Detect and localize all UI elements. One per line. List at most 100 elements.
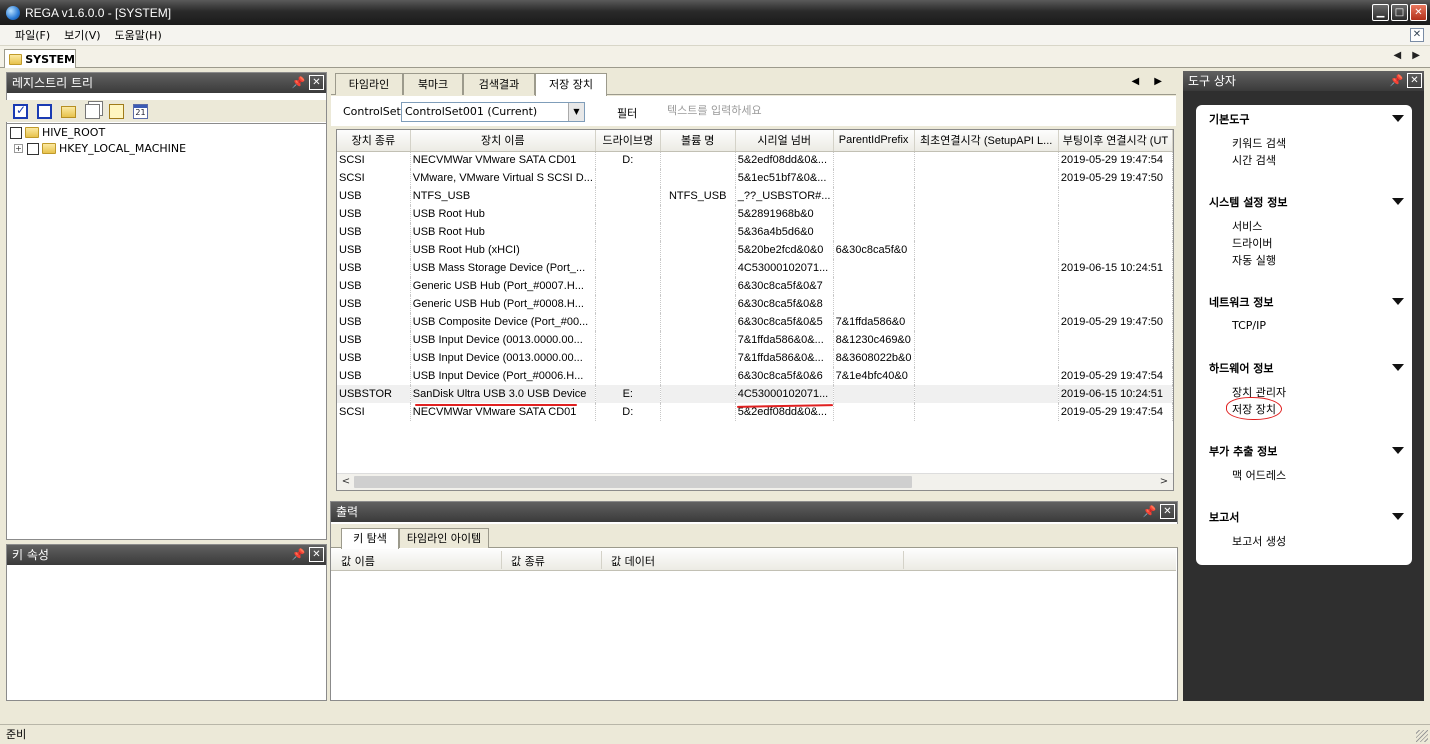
column-header[interactable]: 부팅이후 연결시각 (UT	[1058, 130, 1173, 152]
pin-icon[interactable]: 📌	[291, 75, 306, 90]
column-header[interactable]: 시리얼 넘버	[735, 130, 834, 152]
table-row[interactable]: USB USB Input Device (0013.0000.00... 7&1f…	[337, 331, 1173, 349]
tool-generate-report[interactable]: 보고서 생성	[1232, 533, 1286, 549]
table-row[interactable]: USB USB Root Hub 5&36a4b5d6&0	[337, 223, 1173, 241]
tree-checkbox[interactable]	[27, 142, 39, 155]
menu-help[interactable]: 도움말(H)	[108, 27, 169, 43]
tab-nav-arrows[interactable]: ◀ ▶	[1131, 76, 1168, 87]
scroll-right-icon[interactable]: >	[1157, 475, 1171, 489]
tree-checkbox[interactable]	[10, 126, 22, 139]
scroll-thumb[interactable]	[354, 476, 912, 488]
status-bar: 준비	[0, 724, 1430, 744]
document-tab-strip: SYSTEM ◀ ▶	[0, 46, 1430, 68]
chevron-down-icon[interactable]	[1392, 298, 1404, 305]
tab-timeline-items[interactable]: 타임라인 아이템	[399, 528, 489, 548]
tool-autorun[interactable]: 자동 실행	[1232, 252, 1276, 268]
calendar-icon[interactable]: 21	[133, 103, 148, 119]
minimize-button[interactable]: ▁	[1372, 4, 1389, 21]
table-cell: D:	[595, 151, 661, 169]
close-button[interactable]: ✕	[1410, 4, 1427, 21]
table-cell: 7&1e4bfc40&0	[833, 367, 915, 385]
table-row[interactable]: USBSTOR SanDisk Ultra USB 3.0 USB Device E…	[337, 385, 1173, 403]
column-value-type[interactable]: 값 종류	[511, 553, 545, 569]
chevron-down-icon[interactable]	[1392, 198, 1404, 205]
table-row[interactable]: USB USB Composite Device (Port_#00... 6&30…	[337, 313, 1173, 331]
pin-icon[interactable]: 📌	[1389, 73, 1404, 88]
column-value-name[interactable]: 값 이름	[341, 553, 375, 569]
table-row[interactable]: USB USB Root Hub (xHCI) 5&20be2fcd&0&0 6&30…	[337, 241, 1173, 259]
table-row[interactable]: SCSI NECVMWar VMware SATA CD01 D: 5&2edf08d…	[337, 151, 1173, 169]
filter-input[interactable]: 텍스트를 입력하세요	[667, 101, 917, 121]
resize-grip-icon[interactable]	[1416, 730, 1428, 742]
pin-icon[interactable]: 📌	[291, 547, 306, 562]
table-row[interactable]: USB USB Input Device (Port_#0006.H... 6&30…	[337, 367, 1173, 385]
maximize-button[interactable]: □	[1391, 4, 1408, 21]
uncheck-all-icon[interactable]	[37, 103, 52, 119]
group-network-info[interactable]: 네트워크 정보	[1209, 294, 1274, 310]
chevron-down-icon[interactable]	[1392, 513, 1404, 520]
table-row[interactable]: SCSI VMware, VMware Virtual S SCSI D... 5&…	[337, 169, 1173, 187]
table-cell: USBSTOR	[337, 385, 411, 403]
chevron-down-icon[interactable]	[1392, 447, 1404, 454]
output-column-header: 값 이름 값 종류 값 데이터	[331, 549, 1176, 571]
chevron-down-icon[interactable]	[1392, 115, 1404, 122]
group-hardware-info[interactable]: 하드웨어 정보	[1209, 360, 1274, 376]
tree-node-hklm[interactable]: + HKEY_LOCAL_MACHINE	[14, 142, 186, 155]
panel-close-icon[interactable]: ✕	[309, 547, 324, 562]
column-header[interactable]: 드라이브명	[595, 130, 661, 152]
tab-storage-devices[interactable]: 저장 장치	[535, 73, 607, 96]
table-cell: USB	[337, 331, 411, 349]
document-close-button[interactable]: ✕	[1410, 28, 1424, 42]
tab-search-results[interactable]: 검색결과	[463, 73, 535, 95]
column-header[interactable]: 최초연결시각 (SetupAPI L...	[914, 130, 1059, 152]
tool-services[interactable]: 서비스	[1232, 218, 1262, 234]
pin-icon[interactable]: 📌	[1142, 504, 1157, 519]
horizontal-scrollbar[interactable]: < >	[337, 473, 1173, 490]
tab-timeline[interactable]: 타임라인	[335, 73, 403, 95]
table-cell: 2019-06-15 10:24:51	[1058, 259, 1173, 277]
chevron-down-icon[interactable]	[1392, 364, 1404, 371]
edit-icon[interactable]	[109, 103, 124, 119]
column-header[interactable]: 장치 이름	[410, 130, 596, 152]
panel-close-icon[interactable]: ✕	[1407, 73, 1422, 88]
tool-tcpip[interactable]: TCP/IP	[1232, 319, 1266, 332]
chevron-down-icon[interactable]: ▼	[568, 103, 584, 121]
table-row[interactable]: USB Generic USB Hub (Port_#0008.H... 6&30c…	[337, 295, 1173, 313]
group-system-settings[interactable]: 시스템 설정 정보	[1209, 194, 1288, 210]
document-tab-system[interactable]: SYSTEM	[4, 49, 76, 68]
expand-icon[interactable]: +	[14, 144, 23, 153]
document-tab-nav[interactable]: ◀ ▶	[1393, 50, 1424, 61]
panel-close-icon[interactable]: ✕	[1160, 504, 1175, 519]
check-all-icon[interactable]	[13, 103, 28, 119]
copy-icon[interactable]	[85, 103, 100, 119]
tool-drivers[interactable]: 드라이버	[1232, 235, 1272, 251]
tree-node-hive-root[interactable]: HIVE_ROOT	[10, 126, 105, 139]
table-row[interactable]: USB NTFS_USB NTFS_USB _??_USBSTOR#...	[337, 187, 1173, 205]
panel-close-icon[interactable]: ✕	[309, 75, 324, 90]
group-basic-tools[interactable]: 기본도구	[1209, 111, 1249, 127]
table-row[interactable]: USB USB Root Hub 5&2891968b&0	[337, 205, 1173, 223]
column-header[interactable]: 장치 종류	[337, 130, 411, 152]
table-cell: USB	[337, 367, 411, 385]
column-header[interactable]: 볼륨 명	[660, 130, 736, 152]
table-cell: NTFS_USB	[410, 187, 596, 205]
tool-mac-address[interactable]: 맥 어드레스	[1232, 467, 1286, 483]
controlset-select[interactable]: ControlSet001 (Current) ▼	[401, 102, 585, 122]
open-folder-icon[interactable]	[61, 106, 76, 118]
annotation-circle	[1226, 397, 1282, 420]
tab-key-explore[interactable]: 키 탐색	[341, 528, 399, 549]
column-value-data[interactable]: 값 데이터	[611, 553, 655, 569]
tool-keyword-search[interactable]: 키워드 검색	[1232, 135, 1286, 151]
menu-file[interactable]: 파일(F)	[8, 27, 57, 43]
group-report[interactable]: 보고서	[1209, 509, 1239, 525]
tool-time-search[interactable]: 시간 검색	[1232, 152, 1276, 168]
tab-bookmark[interactable]: 북마크	[403, 73, 463, 95]
table-row[interactable]: USB USB Mass Storage Device (Port_... 4C53…	[337, 259, 1173, 277]
scroll-left-icon[interactable]: <	[339, 475, 353, 489]
table-row[interactable]: USB Generic USB Hub (Port_#0007.H... 6&30c…	[337, 277, 1173, 295]
group-extra-extraction[interactable]: 부가 추출 정보	[1209, 443, 1277, 459]
column-header[interactable]: ParentIdPrefix	[833, 130, 915, 152]
menu-view[interactable]: 보기(V)	[57, 27, 107, 43]
output-tab-strip: 키 탐색 타임라인 아이템	[331, 524, 1178, 549]
table-row[interactable]: USB USB Input Device (0013.0000.00... 7&1f…	[337, 349, 1173, 367]
